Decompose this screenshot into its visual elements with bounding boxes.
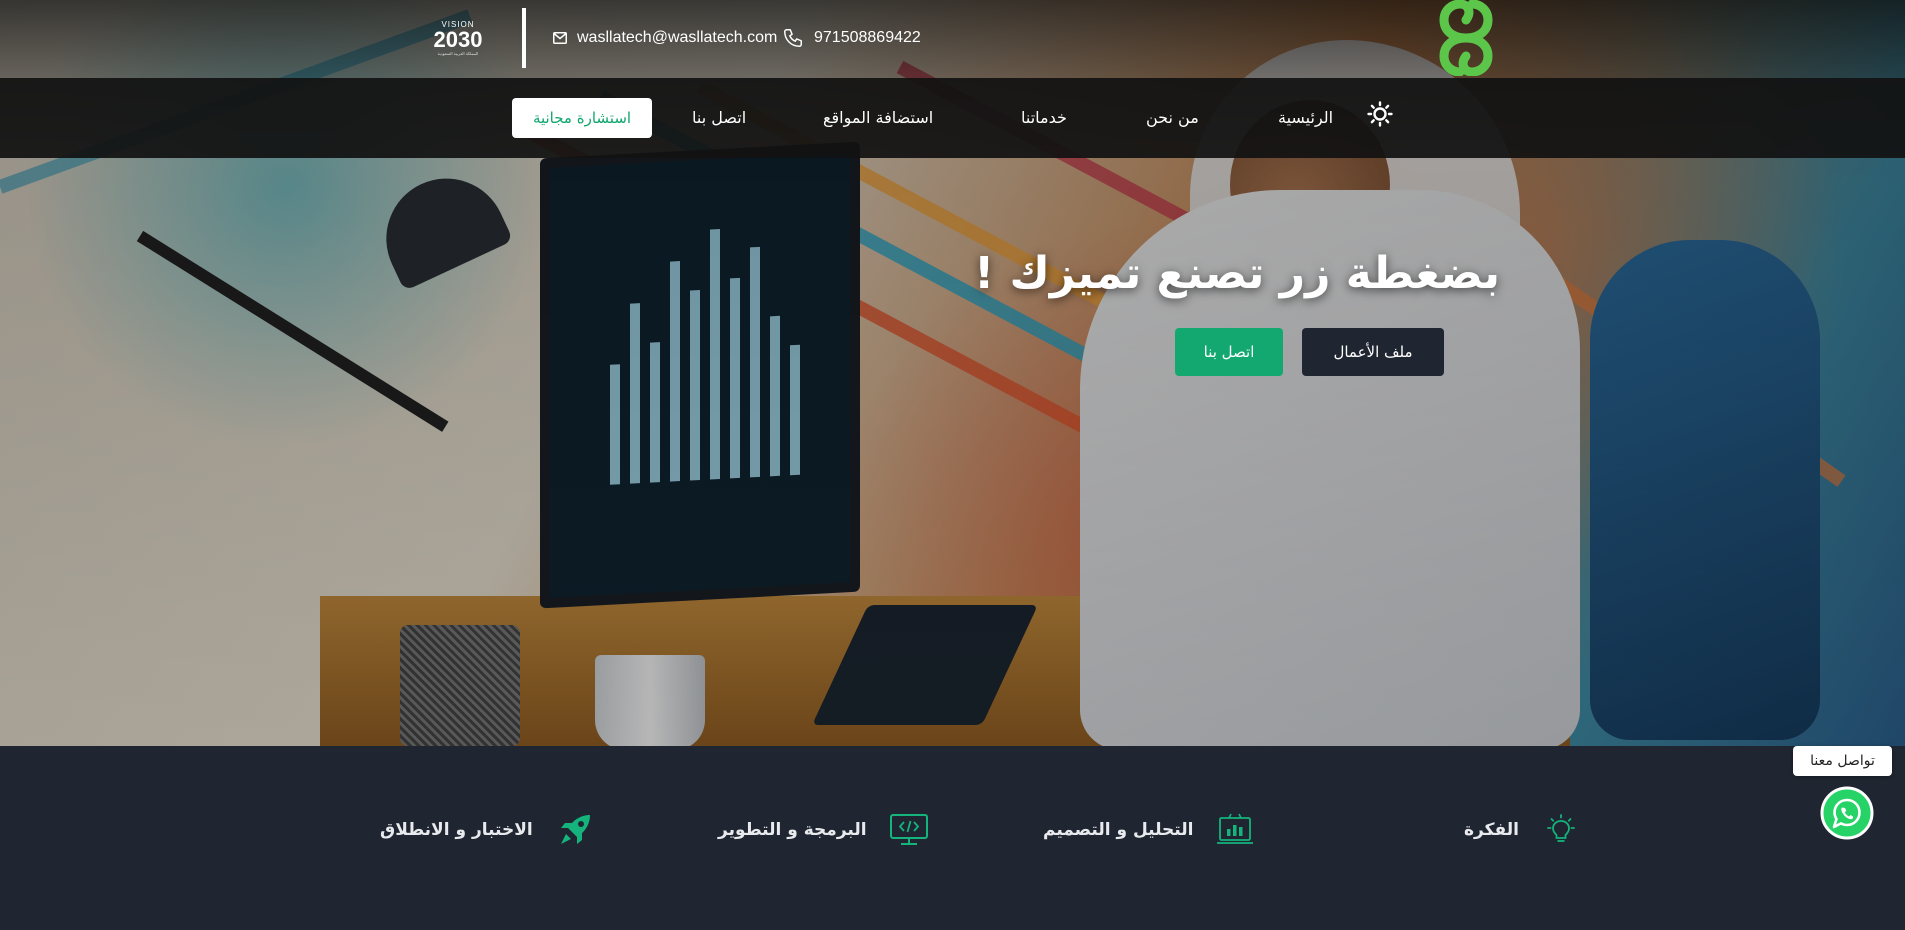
- email-link[interactable]: wasllatech@wasllatech.com: [553, 28, 777, 48]
- hero-title: بضغطة زر تصنع تميزك !: [974, 248, 1500, 299]
- hero-contact-button[interactable]: اتصل بنا: [1175, 328, 1283, 376]
- portfolio-button[interactable]: ملف الأعمال: [1302, 328, 1444, 376]
- nav-item-about[interactable]: من نحن: [1146, 108, 1199, 127]
- vision-2030-logo: VISION 2030 المملكة العربية السعودية: [425, 14, 491, 62]
- header-divider: [522, 8, 526, 68]
- phone-icon: [784, 29, 802, 47]
- analysis-icon: [1215, 810, 1255, 850]
- whatsapp-icon[interactable]: [1820, 786, 1874, 840]
- step-analysis: التحليل و التصميم: [1043, 808, 1255, 852]
- step-label: الفكرة: [1464, 820, 1519, 840]
- nav-item-hosting[interactable]: استضافة المواقع: [823, 108, 933, 127]
- vision-logo-number: 2030: [433, 27, 483, 52]
- process-steps: الفكرة التحليل و التصميم البرمجة و التطو…: [0, 746, 1905, 930]
- rocket-icon: [555, 810, 595, 850]
- nav-item-services[interactable]: خدماتنا: [1021, 108, 1067, 127]
- top-bar: VISION 2030 المملكة العربية السعودية was…: [0, 0, 1905, 78]
- email-text: wasllatech@wasllatech.com: [577, 29, 778, 46]
- nav-item-home[interactable]: الرئيسية: [1278, 108, 1333, 127]
- nav-item-contact[interactable]: اتصل بنا: [692, 108, 746, 127]
- whatsapp-tooltip[interactable]: تواصل معنا: [1793, 746, 1892, 776]
- envelope-icon: [553, 32, 567, 44]
- free-consultation-button[interactable]: استشارة مجانية: [512, 98, 652, 138]
- sun-icon[interactable]: [1367, 101, 1393, 127]
- code-monitor-icon: [889, 810, 929, 850]
- step-idea: الفكرة: [1464, 808, 1581, 852]
- main-navbar: الرئيسية من نحن خدماتنا استضافة المواقع …: [0, 78, 1905, 158]
- step-development: البرمجة و التطوير: [718, 808, 929, 852]
- lightbulb-icon: [1541, 810, 1581, 850]
- phone-link[interactable]: 971508869422: [782, 26, 921, 50]
- vision-logo-subtext: المملكة العربية السعودية: [437, 51, 479, 56]
- phone-text: 971508869422: [814, 29, 921, 46]
- step-label: الاختبار و الانطلاق: [380, 820, 533, 840]
- step-label: التحليل و التصميم: [1043, 820, 1194, 840]
- step-launch: الاختبار و الانطلاق: [380, 808, 595, 852]
- wasllatech-logo[interactable]: [1430, 0, 1502, 76]
- step-label: البرمجة و التطوير: [718, 820, 867, 840]
